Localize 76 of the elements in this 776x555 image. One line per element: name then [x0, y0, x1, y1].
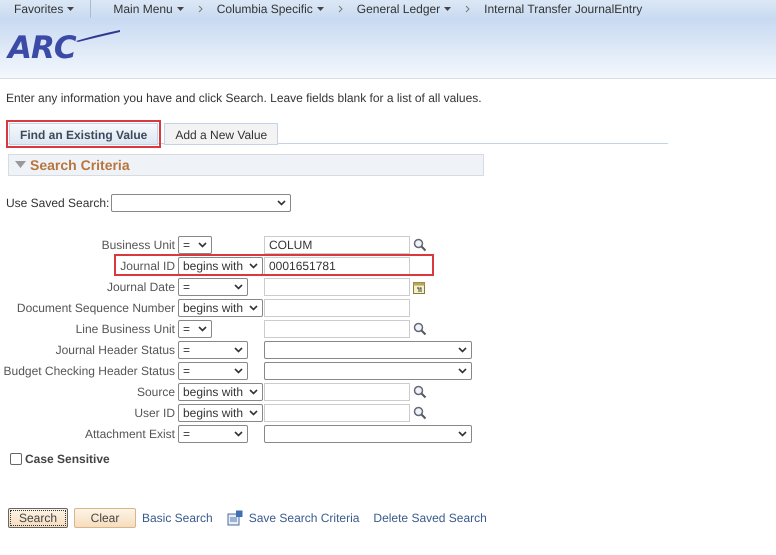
operator-dropdown[interactable]: =: [178, 236, 212, 254]
field-label: Journal ID: [120, 258, 175, 275]
search-icon[interactable]: [413, 322, 427, 336]
operator-dropdown[interactable]: =: [178, 425, 248, 443]
operator-dropdown[interactable]: =: [178, 320, 212, 338]
input-field[interactable]: [264, 320, 410, 338]
nav-menu-item[interactable]: Internal Transfer JournalEntry: [484, 2, 642, 16]
chevron-icon: [458, 431, 467, 437]
value-dropdown[interactable]: [264, 341, 472, 359]
chevron-icon: [458, 347, 467, 353]
instructions-text: Enter any information you have and click Search. Leave fields blank for a list of all values.: [6, 91, 483, 105]
field-label: Document Sequence Number: [16, 300, 175, 317]
operator-dropdown[interactable]: begins with: [178, 299, 263, 317]
chevron-icon: [198, 326, 207, 332]
input-field[interactable]: COLUM: [264, 236, 410, 254]
input-field[interactable]: [264, 299, 410, 317]
link[interactable]: Delete Saved Search: [373, 511, 487, 525]
caret-icon: [176, 7, 184, 11]
save-search-icon[interactable]: [226, 510, 243, 526]
tab[interactable]: Add a New Value: [164, 123, 278, 145]
chevron-icon: [234, 431, 243, 437]
nav-menu-item[interactable]: Columbia Specific: [216, 2, 324, 16]
input-field[interactable]: [264, 404, 410, 422]
breadcrumb-separator-icon: [338, 5, 343, 13]
chevron-icon: [249, 263, 258, 269]
operator-dropdown[interactable]: begins with: [178, 383, 263, 401]
breadcrumb-separator-icon: [465, 5, 470, 13]
saved-search-dropdown[interactable]: [111, 194, 292, 212]
input-field[interactable]: 0001651781: [264, 257, 410, 275]
field-label: User ID: [134, 405, 175, 422]
chevron-icon: [234, 284, 243, 290]
operator-dropdown[interactable]: =: [178, 278, 248, 296]
field-label: Journal Header Status: [56, 342, 175, 359]
link[interactable]: Basic Search: [142, 511, 213, 525]
field-label: Line Business Unit: [76, 321, 175, 338]
operator-dropdown[interactable]: begins with: [178, 257, 263, 275]
field-label: Budget Checking Header Status: [4, 363, 175, 380]
chevron-icon: [458, 368, 467, 374]
chevron-icon: [277, 200, 286, 206]
operator-dropdown[interactable]: begins with: [178, 404, 263, 422]
nav-menu-item[interactable]: Favorites: [14, 2, 74, 16]
checkbox-label: Case Sensitive: [25, 452, 110, 466]
field-label: Journal Date: [106, 279, 175, 296]
chevron-icon: [249, 410, 258, 416]
value-dropdown[interactable]: [264, 425, 472, 443]
checkbox[interactable]: [10, 453, 22, 465]
operator-dropdown[interactable]: =: [178, 341, 248, 359]
value-dropdown[interactable]: [264, 362, 472, 380]
search-icon[interactable]: [413, 385, 427, 399]
chevron-icon: [249, 389, 258, 395]
nav-menu-item[interactable]: Main Menu: [113, 2, 184, 16]
breadcrumb-separator-icon: [198, 5, 203, 13]
logo: ARC: [4, 28, 120, 68]
chevron-icon: [249, 305, 258, 311]
field-label: Attachment Exist: [84, 426, 175, 443]
caret-icon: [444, 7, 452, 11]
nav-menu-item[interactable]: General Ledger: [356, 2, 452, 16]
link[interactable]: Save Search Criteria: [248, 511, 360, 525]
operator-dropdown[interactable]: =: [178, 362, 248, 380]
input-field[interactable]: [264, 383, 410, 401]
chevron-icon: [198, 242, 207, 248]
search-icon[interactable]: [413, 406, 427, 420]
chevron-icon: [234, 368, 243, 374]
field-label: Use Saved Search:: [6, 196, 110, 210]
chevron-icon: [234, 347, 243, 353]
caret-icon: [316, 7, 324, 11]
tab[interactable]: Find an Existing Value: [9, 123, 158, 145]
action-button[interactable]: Clear: [74, 508, 136, 528]
caret-icon: [67, 7, 74, 11]
calendar-icon[interactable]: [413, 280, 425, 294]
field-label: Business Unit: [102, 237, 175, 254]
search-icon[interactable]: [413, 238, 427, 252]
field-label: Source: [136, 384, 175, 401]
expand-triangle-icon[interactable]: [15, 161, 26, 169]
action-button[interactable]: Search: [8, 508, 68, 528]
input-field[interactable]: [264, 278, 410, 296]
